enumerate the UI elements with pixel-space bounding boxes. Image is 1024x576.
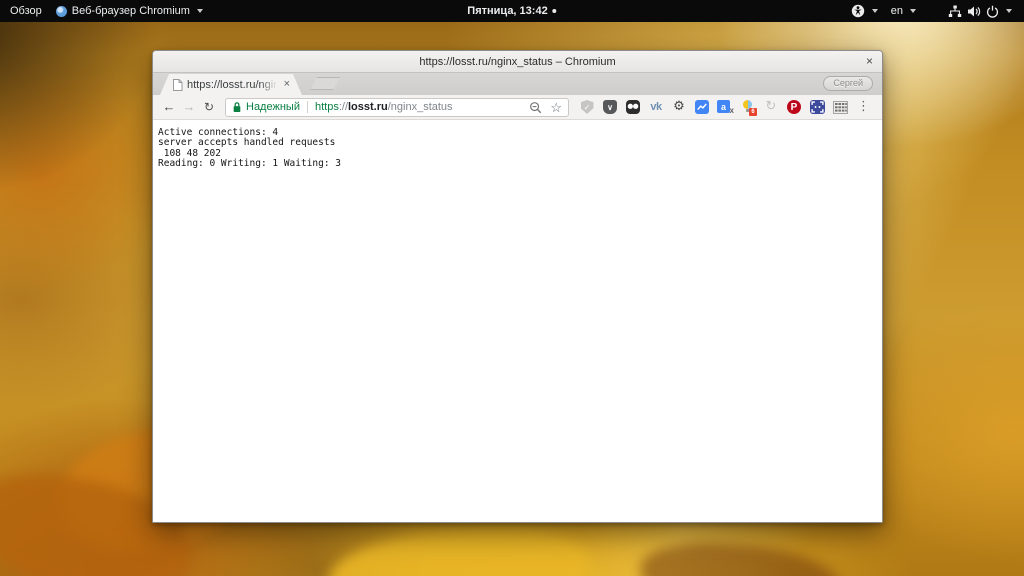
privacy-shield-extension-icon[interactable]: ✓ — [579, 99, 595, 115]
chevron-down-icon — [910, 9, 916, 13]
table-grid-extension-icon[interactable] — [832, 99, 848, 115]
zoom-magnifier-icon[interactable] — [529, 101, 542, 114]
pinterest-extension-icon[interactable]: P — [786, 99, 802, 115]
sync-extension-icon[interactable]: ↻ — [763, 99, 779, 115]
lock-icon — [232, 101, 242, 113]
omnibox-separator — [307, 101, 308, 113]
analytics-chart-extension-icon[interactable] — [694, 99, 710, 115]
bookmark-star-icon[interactable]: ☆ — [550, 101, 562, 114]
wallpaper-leaf — [326, 517, 594, 576]
system-status-menu[interactable] — [948, 5, 1012, 18]
app-menu-label: Веб-браузер Chromium — [72, 5, 190, 17]
clock-button[interactable]: Пятница, 13:42 — [467, 5, 556, 17]
url-path: /nginx_status — [388, 101, 453, 113]
lightbulb-extension-icon[interactable]: 6 — [740, 99, 756, 115]
chevron-down-icon — [872, 9, 878, 13]
nginx-status-line: Reading: 0 Writing: 1 Waiting: 3 — [158, 159, 882, 169]
security-chip-label: Надежный — [246, 101, 300, 113]
window-titlebar[interactable]: https://losst.ru/nginx_status – Chromium… — [153, 51, 882, 73]
reload-button[interactable]: ↻ — [201, 99, 217, 115]
url-text: https://losst.ru/nginx_status — [315, 101, 523, 113]
panda-face-icon — [626, 100, 640, 114]
pocket-extension-icon[interactable]: ∨ — [602, 99, 618, 115]
network-wired-icon — [948, 5, 962, 18]
accessibility-icon — [851, 4, 865, 18]
profile-button[interactable]: Сергей — [823, 76, 873, 91]
translate-x-glyph: x — [730, 106, 734, 115]
shield-chevron-icon: ∨ — [603, 100, 617, 114]
chromium-icon — [56, 6, 67, 17]
tab-nginx-status[interactable]: https://losst.ru/nginx_status × — [160, 74, 302, 95]
capture-brackets-icon — [810, 100, 825, 114]
chevron-down-icon — [197, 9, 203, 13]
gnome-top-bar: Обзор Веб-браузер Chromium Пятница, 13:4… — [0, 0, 1024, 22]
activities-label: Обзор — [10, 5, 42, 17]
activities-button[interactable]: Обзор — [10, 5, 42, 17]
url-scheme-separator: :// — [339, 101, 348, 113]
chart-icon — [695, 100, 709, 114]
translate-extension-icon[interactable]: a x — [717, 99, 733, 115]
keyboard-layout-menu[interactable]: en — [891, 5, 916, 17]
nginx-status-line: server accepts handled requests — [158, 138, 882, 148]
grid-icon — [833, 101, 848, 114]
page-content: Active connections: 4 server accepts han… — [153, 120, 882, 522]
address-bar[interactable]: Надежный https://losst.ru/nginx_status ☆ — [225, 98, 569, 117]
browser-menu-button[interactable]: ⋮ — [857, 99, 870, 115]
page-favicon-icon — [172, 79, 183, 91]
extension-badge-count: 6 — [749, 108, 757, 116]
panda-extension-icon[interactable] — [625, 99, 641, 115]
notification-dot-icon — [553, 9, 557, 13]
translate-a-icon: a — [717, 100, 730, 113]
security-chip[interactable]: Надежный — [232, 101, 300, 113]
window-close-button[interactable]: × — [866, 54, 873, 68]
accessibility-menu[interactable] — [851, 4, 878, 18]
wallpaper-leaf — [638, 538, 842, 576]
window-title: https://losst.ru/nginx_status – Chromium — [419, 56, 615, 68]
url-host: losst.ru — [348, 101, 388, 113]
back-button[interactable]: ← — [161, 99, 177, 115]
tab-title: https://losst.ru/nginx_status — [187, 79, 280, 91]
app-menu-button[interactable]: Веб-браузер Chromium — [56, 5, 203, 17]
new-tab-button[interactable] — [310, 77, 340, 90]
forward-button[interactable]: → — [181, 99, 197, 115]
browser-window: https://losst.ru/nginx_status – Chromium… — [152, 50, 883, 523]
screenshot-capture-extension-icon[interactable] — [809, 99, 825, 115]
chevron-down-icon — [1006, 9, 1012, 13]
clock-label: Пятница, 13:42 — [467, 5, 547, 17]
keyboard-layout-label: en — [891, 5, 903, 17]
power-icon — [986, 5, 999, 18]
tab-close-button[interactable]: × — [284, 79, 290, 90]
volume-icon — [967, 5, 981, 18]
shield-check-icon: ✓ — [581, 100, 594, 114]
settings-gear-extension-icon[interactable]: ⚙ — [671, 99, 687, 115]
url-scheme: https — [315, 101, 339, 113]
tab-strip: https://losst.ru/nginx_status × Сергей — [153, 73, 882, 95]
extensions-row: ✓ ∨ vk ⚙ a x 6 ↻ P — [579, 99, 848, 115]
browser-toolbar: ← → ↻ Надежный https://losst.ru/nginx_st… — [153, 95, 882, 120]
pinterest-p-icon: P — [787, 100, 801, 114]
vk-extension-icon[interactable]: vk — [648, 99, 664, 115]
